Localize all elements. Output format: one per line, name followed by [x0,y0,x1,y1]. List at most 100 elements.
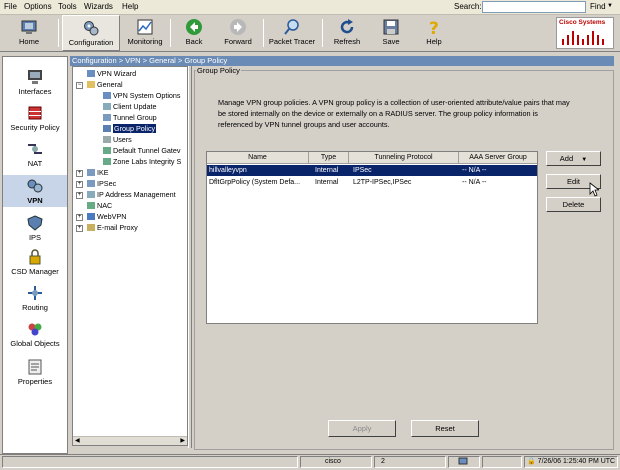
nav-ips[interactable]: IPS [3,215,67,242]
status-network-pane [448,456,480,468]
nav-interfaces[interactable]: Interfaces [3,69,67,96]
lock-icon [29,249,41,265]
nav-ips-label: IPS [28,233,42,242]
menu-options[interactable]: Options [24,2,52,11]
tree-zone-labs[interactable]: Zone Labs Integrity S [103,157,181,166]
menu-file[interactable]: File [4,2,17,11]
tree-label: Tunnel Group [113,113,157,122]
dropdown-arrow-icon: ▼ [581,157,588,163]
column-header-type[interactable]: Type [309,152,349,164]
nav-security-policy[interactable]: Security Policy [3,105,67,132]
nav-routing[interactable]: Routing [3,285,67,312]
collapse-icon[interactable]: − [76,82,83,89]
scroll-left-icon[interactable]: ◀ [75,437,80,444]
tree-tunnel-group[interactable]: Tunnel Group [103,113,157,122]
table-row[interactable]: hillvalleyvpn Internal IPSec -- N/A -- [207,165,537,176]
chevron-down-icon[interactable]: ▼ [607,3,613,9]
tree-default-tunnel-gateway[interactable]: Default Tunnel Gatev [103,146,181,155]
menu-tools[interactable]: Tools [58,2,77,11]
back-button[interactable]: Back [176,15,212,51]
routing-icon [28,286,42,300]
nav-interfaces-label: Interfaces [18,87,52,96]
find-button[interactable]: Find [590,2,606,11]
folder-icon [87,81,95,88]
back-arrow-icon [186,19,202,35]
menu-help[interactable]: Help [122,2,138,11]
tree-client-update[interactable]: Client Update [103,102,157,111]
apply-button[interactable]: Apply [328,420,396,437]
column-header-aaa-server-group[interactable]: AAA Server Group [459,152,537,164]
nac-icon [87,202,95,209]
add-button[interactable]: Add ▼ [546,151,601,166]
tree-label: Group Policy [113,124,157,133]
cell-name: DfltGrpPolicy (System Defa... [209,179,301,186]
menu-wizards[interactable]: Wizards [84,2,113,11]
nat-icon [28,144,42,154]
toolbar-separator [263,19,264,47]
tree-label: IP Address Management [97,190,176,199]
nav-nat-label: NAT [27,159,43,168]
tree-ike[interactable]: IKE [87,168,109,177]
nav-security-policy-label: Security Policy [10,123,60,132]
gateway-icon [103,147,111,154]
refresh-button[interactable]: Refresh [328,15,366,51]
tree-ip-address-management[interactable]: IP Address Management [87,190,176,199]
nav-routing-label: Routing [22,303,48,312]
tree-vpn-system-options[interactable]: VPN System Options [103,91,181,100]
properties-icon [28,359,42,375]
tree-nac[interactable]: NAC [87,201,112,210]
forward-button[interactable]: Forward [216,15,260,51]
expand-icon[interactable]: + [76,181,83,188]
save-button[interactable]: Save [374,15,408,51]
nav-nat[interactable]: NAT [3,141,67,168]
cell-type: Internal [315,179,339,186]
tree-label: IPSec [97,179,117,188]
expand-icon[interactable]: + [76,170,83,177]
menu-bar: File Options Tools Wizards Help Search: … [0,0,620,15]
nav-global-objects[interactable]: Global Objects [3,321,67,348]
toolbar: Home Configuration Monitoring Back Forwa… [0,15,620,52]
nav-csd-manager-label: CSD Manager [11,267,59,276]
interfaces-icon [28,70,42,84]
reset-button[interactable]: Reset [411,420,479,437]
tree-horizontal-scrollbar[interactable]: ◀ ▶ [73,436,187,445]
nav-vpn[interactable]: VPN [3,175,67,207]
left-navigation: Interfaces Security Policy NAT VPN IPS C… [2,56,68,454]
nav-csd-manager[interactable]: CSD Manager [3,249,67,276]
table-row[interactable]: DfltGrpPolicy (System Defa... Internal L… [207,177,537,188]
panel-splitter[interactable] [188,66,192,448]
status-datetime: 7/26/06 1:25:40 PM UTC [537,458,616,465]
tree-vpn-wizard[interactable]: VPN Wizard [87,69,136,78]
monitoring-label: Monitoring [127,37,163,46]
home-button[interactable]: Home [4,15,54,51]
column-header-name[interactable]: Name [207,152,309,164]
status-count: 2 [374,456,446,468]
expand-icon[interactable]: + [76,225,83,232]
breadcrumb: Configuration > VPN > General > Group Po… [70,56,614,66]
status-blank-pane [482,456,522,468]
tree-general[interactable]: General [87,80,123,89]
expand-icon[interactable]: + [76,192,83,199]
tree-label: NAC [97,201,113,210]
navigation-tree: VPN Wizard − General VPN System Options … [72,66,188,446]
tree-email-proxy[interactable]: E-mail Proxy [87,223,138,232]
monitoring-button[interactable]: Monitoring [123,15,167,51]
scroll-right-icon[interactable]: ▶ [180,437,185,444]
wizard-icon [87,70,95,77]
tree-webvpn[interactable]: WebVPN [87,212,126,221]
nav-properties[interactable]: Properties [3,359,67,386]
logo-text: Cisco Systems [559,19,606,26]
tree-group-policy[interactable]: Group Policy [103,124,157,133]
tree-users[interactable]: Users [103,135,132,144]
tree-label: VPN System Options [113,91,181,100]
delete-button[interactable]: Delete [546,197,601,212]
column-header-tunneling-protocol[interactable]: Tunneling Protocol [349,152,459,164]
users-icon [103,136,111,143]
tree-ipsec[interactable]: IPSec [87,179,116,188]
security-policy-icon [28,106,42,120]
help-button[interactable]: ? Help [418,15,450,51]
packet-tracer-button[interactable]: Packet Tracer [266,15,318,51]
expand-icon[interactable]: + [76,214,83,221]
search-input[interactable] [482,1,586,13]
configuration-button[interactable]: Configuration [62,15,120,51]
